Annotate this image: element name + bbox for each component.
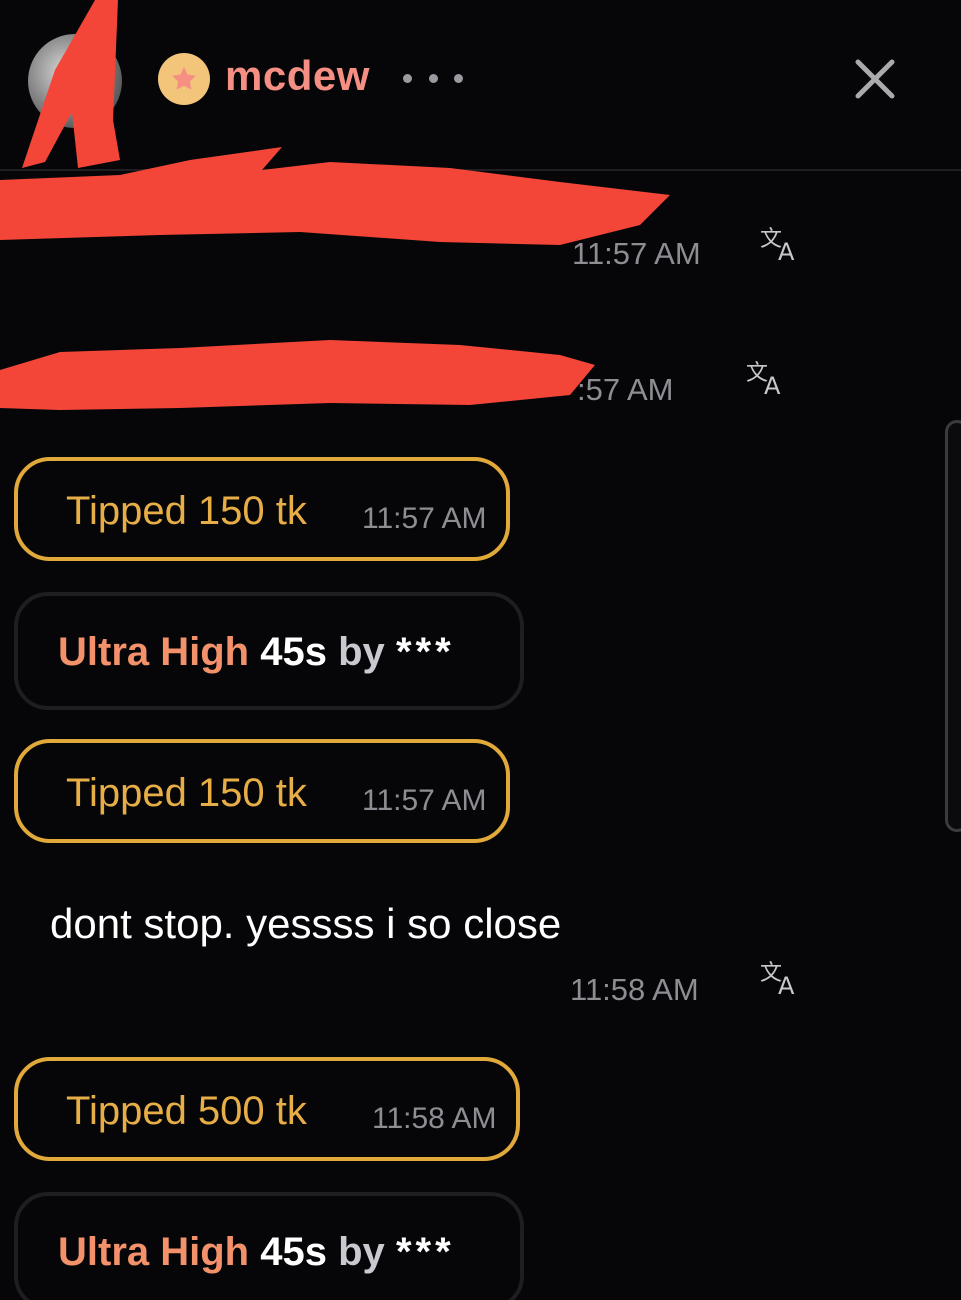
ultra-duration: 45s [260, 1230, 327, 1274]
ultra-user: *** [395, 630, 455, 674]
tip-text: Tipped 150 tk [66, 489, 307, 533]
ultra-level: Ultra High [58, 1230, 250, 1274]
translate-icon[interactable]: 文 A [758, 222, 802, 266]
svg-text:A: A [778, 238, 795, 266]
message-time: :57 AM [577, 372, 674, 407]
ultra-high-line: Ultra High 45s by *** [58, 1230, 455, 1275]
ultra-high-message: Ultra High 45s by *** [14, 1192, 524, 1300]
redaction-mark [0, 0, 670, 410]
ultra-duration: 45s [260, 630, 327, 674]
tip-text: Tipped 500 tk [66, 1089, 307, 1133]
chat-screen: mcdew 11:57 AM 文 A :57 AM 文 A Tipped 150… [0, 0, 961, 1300]
ultra-level: Ultra High [58, 630, 250, 674]
ultra-high-message: Ultra High 45s by *** [14, 592, 524, 710]
scrollbar[interactable] [945, 420, 961, 832]
tip-text: Tipped 150 tk [66, 771, 307, 815]
tip-message: Tipped 150 tk 11:57 AM [14, 457, 510, 561]
chat-message-text: dont stop. yessss i so close [50, 900, 562, 947]
tip-message: Tipped 150 tk 11:57 AM [14, 739, 510, 843]
tip-time: 11:57 AM [362, 784, 487, 817]
translate-icon[interactable]: 文 A [744, 356, 788, 400]
message-time: 11:58 AM [570, 972, 699, 1007]
ultra-by: by [338, 1230, 385, 1274]
svg-text:A: A [778, 972, 795, 1000]
translate-icon[interactable]: 文 A [758, 956, 802, 1000]
ultra-by: by [338, 630, 385, 674]
svg-text:A: A [764, 372, 781, 400]
tip-message: Tipped 500 tk 11:58 AM [14, 1057, 520, 1161]
tip-time: 11:57 AM [362, 502, 487, 535]
ultra-high-line: Ultra High 45s by *** [58, 630, 455, 675]
tip-time: 11:58 AM [372, 1102, 497, 1135]
ultra-user: *** [395, 1230, 455, 1274]
message-time: 11:57 AM [572, 236, 701, 271]
